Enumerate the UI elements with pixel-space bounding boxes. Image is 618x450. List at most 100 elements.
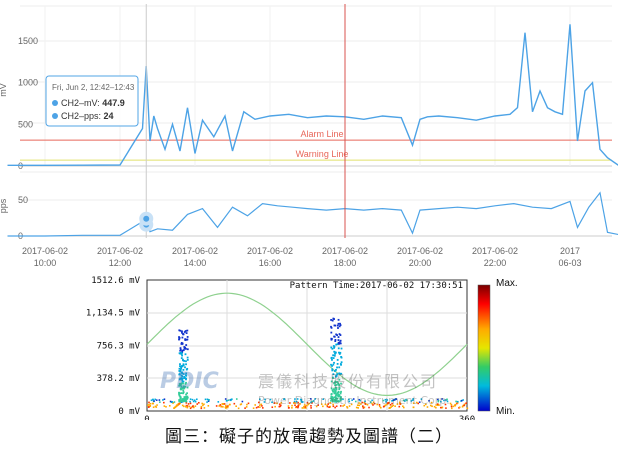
pattern-point — [246, 403, 248, 406]
pattern-point — [149, 402, 152, 405]
pattern-point — [336, 366, 338, 369]
pattern-point — [180, 357, 183, 360]
hover-tooltip: Fri, Jun 2, 12:42–12:43 CH2–mV: 447.9 CH… — [45, 75, 139, 127]
pattern-y-tick-label: 378.2 mV — [97, 374, 141, 384]
pattern-point — [454, 404, 456, 407]
pattern-point — [184, 366, 186, 369]
pattern-point — [331, 319, 334, 322]
prpd-pattern-chart: 0 mV378.2 mV756.3 mV1,134.5 mV1512.6 mV … — [86, 276, 518, 420]
pattern-point — [333, 346, 335, 349]
pattern-point — [185, 395, 187, 398]
pattern-point — [178, 400, 181, 402]
pattern-point — [287, 407, 290, 409]
pattern-point — [181, 354, 183, 357]
pattern-point — [191, 405, 194, 408]
pattern-point — [221, 403, 224, 405]
time-tick-date: 2017-06-02 — [472, 246, 518, 256]
time-tick-date: 2017-06-02 — [397, 246, 443, 256]
pattern-point — [247, 402, 250, 405]
time-tick-time: 10:00 — [34, 258, 57, 268]
pattern-point — [252, 407, 255, 409]
colorbar-max-label: Max. — [496, 278, 518, 289]
pattern-point — [183, 347, 186, 350]
pattern-point — [181, 365, 184, 368]
tooltip-mv-value: 447.9 — [102, 98, 125, 108]
pattern-point — [189, 402, 192, 405]
pattern-point — [148, 406, 150, 408]
pattern-point — [244, 407, 246, 409]
pattern-point — [445, 407, 447, 409]
pattern-x-tick-labels: 0 360 — [144, 415, 475, 420]
pattern-point — [435, 406, 437, 409]
pattern-point — [337, 327, 339, 329]
pattern-point — [200, 407, 203, 410]
pattern-point — [339, 322, 341, 325]
colorbar-min-label: Min. — [496, 406, 515, 417]
time-tick-date: 2017-06-02 — [97, 246, 143, 256]
pattern-point — [189, 400, 191, 403]
pattern-point — [173, 401, 176, 403]
pattern-point — [338, 342, 340, 345]
pattern-point — [196, 403, 199, 405]
pattern-point — [331, 347, 334, 350]
pattern-point — [183, 360, 186, 362]
pattern-point — [340, 361, 343, 364]
time-tick-date: 2017-06-02 — [22, 246, 68, 256]
tooltip-pps-label: CH2–pps: — [61, 111, 104, 121]
pattern-point — [333, 324, 336, 327]
pattern-point — [336, 324, 339, 327]
pattern-point — [362, 407, 365, 409]
pattern-point — [186, 406, 189, 409]
time-tick-time: 12:00 — [109, 258, 132, 268]
time-tick-time: 14:00 — [184, 258, 207, 268]
mv-tick-label: 1000 — [18, 78, 38, 88]
pattern-point — [455, 400, 457, 403]
pattern-point — [171, 401, 173, 403]
pattern-point — [235, 405, 237, 407]
time-tick-date: 2017-06-02 — [247, 246, 293, 256]
pattern-point — [207, 399, 210, 401]
pattern-point — [440, 406, 442, 409]
pattern-point — [461, 405, 464, 408]
pattern-point — [159, 401, 161, 403]
pattern-point — [330, 326, 333, 329]
pattern-point — [337, 336, 340, 338]
pattern-point — [333, 354, 336, 357]
pattern-y-tick-labels: 0 mV 378.2 mV 756.3 mV 1,134.5 mV 1512.6 mV — [86, 276, 141, 417]
pattern-point — [182, 349, 185, 352]
pattern-point — [463, 404, 465, 407]
pattern-point — [203, 407, 206, 409]
watermark-company-zh: 震儀科技股份有限公司 — [258, 372, 438, 391]
pattern-point — [155, 406, 158, 408]
tooltip-pps-value: 24 — [104, 111, 114, 121]
pattern-point — [162, 399, 164, 401]
pattern-point — [183, 331, 186, 333]
pattern-point — [339, 339, 342, 342]
pattern-y-tick-label: 1,134.5 mV — [86, 309, 141, 319]
intensity-colorbar — [477, 284, 491, 412]
pattern-point — [337, 347, 340, 350]
pattern-point — [330, 357, 333, 359]
pattern-point — [186, 338, 189, 341]
time-tick-time: 22:00 — [484, 258, 507, 268]
pattern-point — [241, 400, 244, 403]
pattern-time: Pattern Time:2017-06-02 17:30:51 — [290, 281, 463, 291]
watermark-brand: PDIC — [160, 369, 219, 394]
pattern-point — [336, 359, 339, 361]
pattern-y-tick-label: 0 mV — [118, 407, 140, 417]
pattern-point — [207, 404, 210, 407]
pattern-point — [158, 399, 161, 401]
pattern-point — [181, 331, 183, 334]
pattern-point — [186, 358, 189, 361]
pattern-point — [187, 403, 190, 405]
figure-caption: 圖三：礙子的放電趨勢及圖譜（二） — [165, 427, 453, 447]
pattern-point — [156, 404, 158, 406]
pattern-point — [179, 396, 182, 399]
pattern-point — [188, 405, 191, 408]
pattern-point — [152, 398, 154, 401]
tooltip-pps-row: CH2–pps: 24 — [61, 111, 114, 121]
pattern-point — [202, 404, 204, 407]
hover-point-pps[interactable] — [139, 211, 154, 226]
pattern-point — [237, 407, 240, 410]
pattern-point — [186, 348, 189, 351]
